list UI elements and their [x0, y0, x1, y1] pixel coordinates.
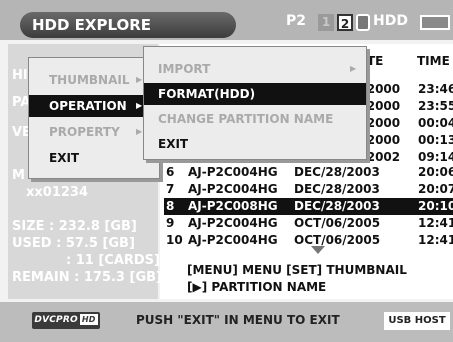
submenu-item-import[interactable]: IMPORT ▶	[144, 58, 366, 80]
left-hidden-label-1: HI	[12, 68, 28, 83]
row-number: 10	[166, 233, 183, 247]
table-row[interactable]: 9 AJ-P2C004HG OCT/06/2005 12:41	[164, 215, 453, 232]
menu-item-label: PROPERTY	[49, 125, 120, 139]
menu-item-label: OPERATION	[49, 99, 127, 113]
scroll-down-icon[interactable]	[311, 246, 325, 254]
row-time: 20:07	[418, 182, 453, 196]
device-label: P2	[286, 13, 307, 29]
table-row[interactable]: 6 AJ-P2C004HG DEC/28/2003 20:06	[164, 164, 453, 181]
row-date: DEC/28/2003	[294, 165, 380, 179]
table-row[interactable]: 7 AJ-P2C004HG DEC/28/2003 20:07	[164, 181, 453, 198]
submenu-arrow-icon: ▶	[350, 64, 357, 73]
menu-hint: [MENU] MENU [SET] THUMBNAIL	[187, 263, 407, 277]
left-hidden-label-4: M	[12, 168, 25, 183]
row-time: 00:13	[418, 133, 453, 147]
usb-host-indicator: USB HOST	[384, 312, 450, 330]
row-name: AJ-P2C004HG	[188, 216, 278, 230]
row-time: 09:14	[418, 150, 453, 164]
row-date: OCT/06/2005	[294, 216, 381, 230]
row-time: 12:41	[418, 216, 453, 230]
row-time: 20:10	[418, 199, 453, 213]
row-name: AJ-P2C004HG	[188, 182, 278, 196]
submenu-item-change-partition-name[interactable]: CHANGE PARTITION NAME	[144, 108, 366, 130]
row-name: AJ-P2C004HG	[188, 165, 278, 179]
battery-icon	[420, 15, 450, 30]
logo-hd: HD	[79, 314, 98, 325]
menu-item-label: EXIT	[49, 151, 80, 165]
partition-name-hint: [▶] PARTITION NAME	[187, 280, 327, 294]
submenu-item-label: CHANGE PARTITION NAME	[158, 112, 334, 126]
submenu-item-label: IMPORT	[158, 62, 211, 76]
row-date: DEC/28/2003	[294, 199, 380, 213]
size-text: SIZE : 232.8 [GB]	[12, 219, 137, 234]
menu-item-label: THUMBNAIL	[49, 73, 130, 87]
row-number: 8	[166, 199, 175, 213]
row-number: 6	[166, 165, 175, 179]
submenu-arrow-icon: ▶	[136, 127, 143, 136]
table-row[interactable]: 10 AJ-P2C004HG OCT/06/2005 12:41	[164, 232, 453, 249]
submenu-arrow-icon: ▶	[136, 75, 143, 84]
submenu-item-exit[interactable]: EXIT	[144, 133, 366, 155]
card-slot-2: 2	[337, 14, 353, 31]
screen-title: HDD EXPLORE	[20, 12, 236, 38]
menu-item-exit[interactable]: EXIT	[29, 147, 159, 169]
hdd-label: HDD	[373, 13, 408, 29]
row-time: 23:55	[418, 99, 453, 113]
row-time: 12:41	[418, 233, 453, 247]
row-number: 7	[166, 182, 175, 196]
table-row-selected[interactable]: 8 AJ-P2C008HG DEC/28/2003 20:10	[164, 198, 453, 215]
row-name: AJ-P2C004HG	[188, 233, 278, 247]
status-message: PUSH "EXIT" IN MENU TO EXIT	[136, 313, 340, 327]
row-number: 9	[166, 216, 175, 230]
submenu-arrow-icon: ▶	[136, 101, 143, 110]
row-time: 20:06	[418, 165, 453, 179]
row-time: 23:46	[418, 82, 453, 96]
row-name: AJ-P2C008HG	[188, 199, 278, 213]
card-slot-1: 1	[318, 14, 334, 31]
row-time: 00:04	[418, 116, 453, 130]
hdd-icon	[356, 14, 370, 31]
menu-item-thumbnail[interactable]: THUMBNAIL ▶	[29, 69, 159, 91]
time-column-header: TIME	[417, 54, 450, 68]
main-menu: THUMBNAIL ▶ OPERATION ▶ PROPERTY ▶ EXIT	[28, 57, 160, 179]
submenu-item-format-hdd[interactable]: FORMAT(HDD)	[144, 83, 366, 105]
date-column-header: TE	[367, 54, 384, 68]
menu-item-property[interactable]: PROPERTY ▶	[29, 121, 159, 143]
volume-id: xx01234	[26, 185, 88, 200]
cards-text: : 11 [CARDS]	[66, 253, 160, 268]
row-date: OCT/06/2005	[294, 233, 381, 247]
operation-submenu: IMPORT ▶ FORMAT(HDD) CHANGE PARTITION NA…	[143, 46, 367, 160]
remain-text: REMAIN : 175.3 [GB]	[12, 270, 162, 285]
menu-item-operation[interactable]: OPERATION ▶	[29, 95, 159, 117]
submenu-item-label: FORMAT(HDD)	[158, 87, 256, 101]
logo-text: DVCPRO	[34, 315, 78, 325]
row-date: DEC/28/2003	[294, 182, 380, 196]
dvcpro-hd-logo: DVCPRO HD	[32, 312, 100, 329]
hdd-explore-screen: HDD EXPLORE P2 1 2 HDD HI PA VE M xx0123…	[0, 0, 453, 342]
used-text: USED : 57.5 [GB]	[12, 236, 135, 251]
submenu-item-label: EXIT	[158, 137, 189, 151]
